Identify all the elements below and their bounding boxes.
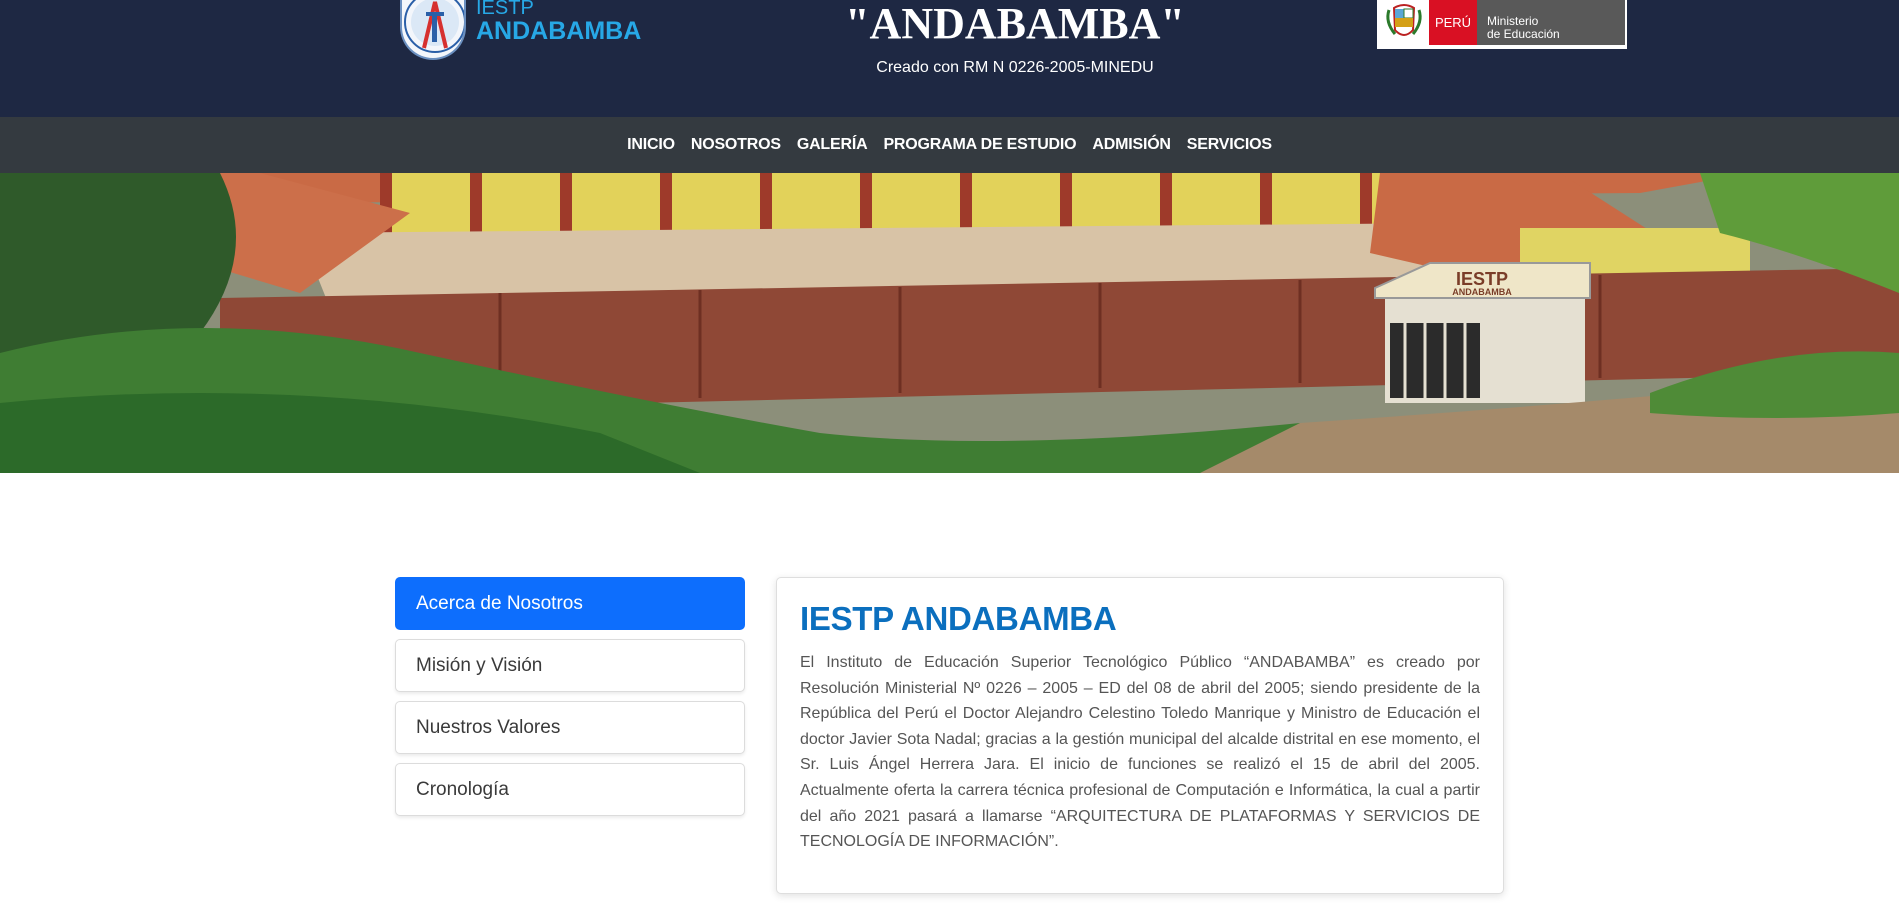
- nav-galeria[interactable]: GALERÍA: [797, 136, 868, 154]
- about-content-card: IESTP ANDABAMBA El Instituto de Educació…: [776, 577, 1504, 894]
- content-heading: IESTP ANDABAMBA: [800, 600, 1117, 637]
- site-header: IESTP ANDABAMBA "ANDABAMBA" Creado con R…: [0, 0, 1899, 117]
- ministry-line2: de Educación: [1487, 27, 1560, 41]
- nav-inicio[interactable]: INICIO: [627, 136, 675, 154]
- campus-banner-image: IESTP ANDABAMBA: [0, 173, 1899, 473]
- ministry-label: Ministerio de Educación: [1477, 0, 1625, 45]
- peru-label: PERÚ: [1429, 0, 1477, 45]
- banner-sign-line1: IESTP: [1456, 269, 1508, 289]
- sidebar-item-mision-y-vision[interactable]: Misión y Visión: [395, 639, 745, 692]
- peru-coat-of-arms-icon: [1379, 0, 1429, 45]
- nav-servicios[interactable]: SERVICIOS: [1187, 136, 1272, 154]
- about-sidebar: Acerca de Nosotros Misión y Visión Nuest…: [395, 577, 745, 825]
- sidebar-item-acerca-de-nosotros[interactable]: Acerca de Nosotros: [395, 577, 745, 630]
- sidebar-item-nuestros-valores[interactable]: Nuestros Valores: [395, 701, 745, 754]
- main-navbar: INICIO NOSOTROS GALERÍA PROGRAMA DE ESTU…: [0, 117, 1899, 173]
- minedu-logo[interactable]: PERÚ Ministerio de Educación: [1377, 0, 1627, 49]
- site-subtitle: Creado con RM N 0226-2005-MINEDU: [876, 59, 1154, 76]
- sidebar-item-cronologia[interactable]: Cronología: [395, 763, 745, 816]
- nav-programa-de-estudio[interactable]: PROGRAMA DE ESTUDIO: [883, 136, 1076, 154]
- nav-admision[interactable]: ADMISIÓN: [1092, 136, 1171, 154]
- banner-sign-line2: ANDABAMBA: [1452, 287, 1512, 297]
- nav-nosotros[interactable]: NOSOTROS: [691, 136, 781, 154]
- content-body: El Instituto de Educación Superior Tecno…: [800, 654, 1480, 851]
